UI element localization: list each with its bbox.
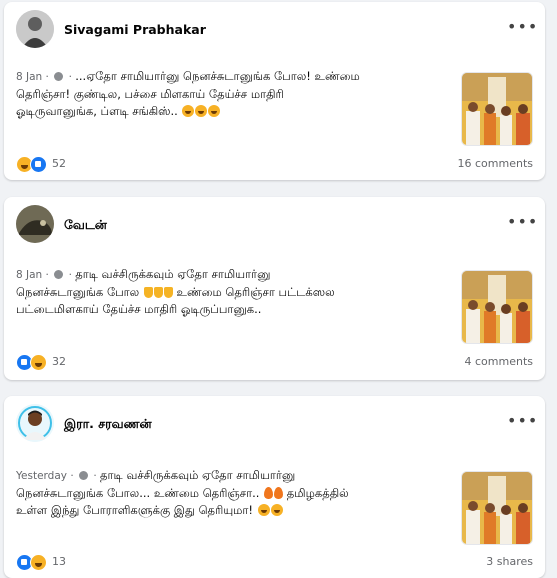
avatar[interactable] xyxy=(16,404,54,442)
more-horizontal-icon[interactable]: ••• xyxy=(507,18,537,40)
post-image[interactable] xyxy=(461,471,533,545)
post-footer: 32 4 comments xyxy=(16,354,533,372)
globe-icon xyxy=(54,72,64,81)
like-reaction-icon xyxy=(30,156,47,173)
smirk-emoji-icon xyxy=(195,105,208,117)
fire-emoji-icon xyxy=(264,487,274,499)
text-line: தெரிஞ்சா! குண்டில, பச்சை மிளகாய் தேய்ச்ச… xyxy=(16,87,284,101)
text-line: ...ஏதோ சாமியார்னு நெனச்சுடானுங்க போல! உண… xyxy=(75,69,360,83)
text-line: தாடி வச்சிருக்கவும் ஏதோ சாமியார்னு xyxy=(100,468,296,482)
timestamp[interactable]: 8 Jan xyxy=(16,71,42,83)
laughing-emoji-icon xyxy=(270,504,283,516)
globe-icon xyxy=(79,471,88,480)
post-image[interactable] xyxy=(461,72,533,146)
pointing-hand-emoji-icon xyxy=(153,287,163,298)
post-footer: 52 16 comments xyxy=(16,156,533,174)
shares-link[interactable]: 3 shares xyxy=(486,555,533,568)
post-text: 8 Jan · · தாடி வச்சிருக்கவும் ஏதோ சாமியா… xyxy=(16,267,335,316)
post-text: 8 Jan · · ...ஏதோ சாமியார்னு நெனச்சுடானுங… xyxy=(16,69,360,118)
post-header: Sivagami Prabhakar ••• xyxy=(16,10,537,50)
timestamp[interactable]: 8 Jan xyxy=(16,269,42,281)
text-line: நெனச்சுடானுங்க போல xyxy=(16,285,140,299)
text-line: நெனச்சுடானுங்க போல... உண்மை தெரிஞ்சா.. xyxy=(16,486,260,500)
comments-link[interactable]: 4 comments xyxy=(465,355,534,368)
text-line: தமிழகத்தில் xyxy=(286,486,349,500)
post-footer: 13 3 shares xyxy=(16,554,533,572)
haha-reaction-icon xyxy=(30,354,47,371)
post-image[interactable] xyxy=(461,270,533,344)
author-name[interactable]: இரா. சரவணன் xyxy=(64,416,152,433)
smirk-emoji-icon xyxy=(182,105,195,117)
laughing-emoji-icon xyxy=(257,504,270,516)
comments-link[interactable]: 16 comments xyxy=(458,157,534,170)
text-line: உண்மை தெரிஞ்சா பட்டக்ஸல xyxy=(176,285,335,299)
text-line: உள்ள இந்து போராளிகளுக்கு இது தெரியுமா! xyxy=(16,503,254,517)
author-name[interactable]: வேடன் xyxy=(64,217,107,234)
pointing-hand-emoji-icon xyxy=(163,287,173,298)
text-line: ஓடிருவானுங்க, ப்ளடி சங்கிஸ்.. xyxy=(16,104,178,118)
post-card: இரா. சரவணன் ••• Yesterday · · தாடி வச்சி… xyxy=(4,396,545,578)
fire-emoji-icon xyxy=(274,487,284,499)
post-header: வேடன் ••• xyxy=(16,205,537,245)
post-header: இரா. சரவணன் ••• xyxy=(16,404,537,444)
post-card: வேடன் ••• 8 Jan · · தாடி வச்சிருக்கவும் … xyxy=(4,197,545,380)
text-line: தாடி வச்சிருக்கவும் ஏதோ சாமியார்னு xyxy=(75,267,271,281)
haha-reaction-icon xyxy=(30,554,47,571)
post-card: Sivagami Prabhakar ••• 8 Jan · · ...ஏதோ … xyxy=(4,2,545,180)
author-name[interactable]: Sivagami Prabhakar xyxy=(64,22,206,37)
avatar[interactable] xyxy=(16,10,54,48)
more-horizontal-icon[interactable]: ••• xyxy=(507,213,537,235)
post-text: Yesterday · · தாடி வச்சிருக்கவும் ஏதோ சா… xyxy=(16,468,349,517)
reaction-count: 52 xyxy=(52,157,66,170)
pointing-hand-emoji-icon xyxy=(143,287,153,298)
timestamp[interactable]: Yesterday xyxy=(16,470,67,482)
more-horizontal-icon[interactable]: ••• xyxy=(507,412,537,434)
smirk-emoji-icon xyxy=(208,105,221,117)
text-line: பட்டைமிளகாய் தேய்ச்ச மாதிரி ஓடிருப்பானுக… xyxy=(16,302,262,316)
avatar[interactable] xyxy=(16,205,54,243)
globe-icon xyxy=(54,270,64,279)
reaction-count: 32 xyxy=(52,355,66,368)
reaction-count: 13 xyxy=(52,555,66,568)
